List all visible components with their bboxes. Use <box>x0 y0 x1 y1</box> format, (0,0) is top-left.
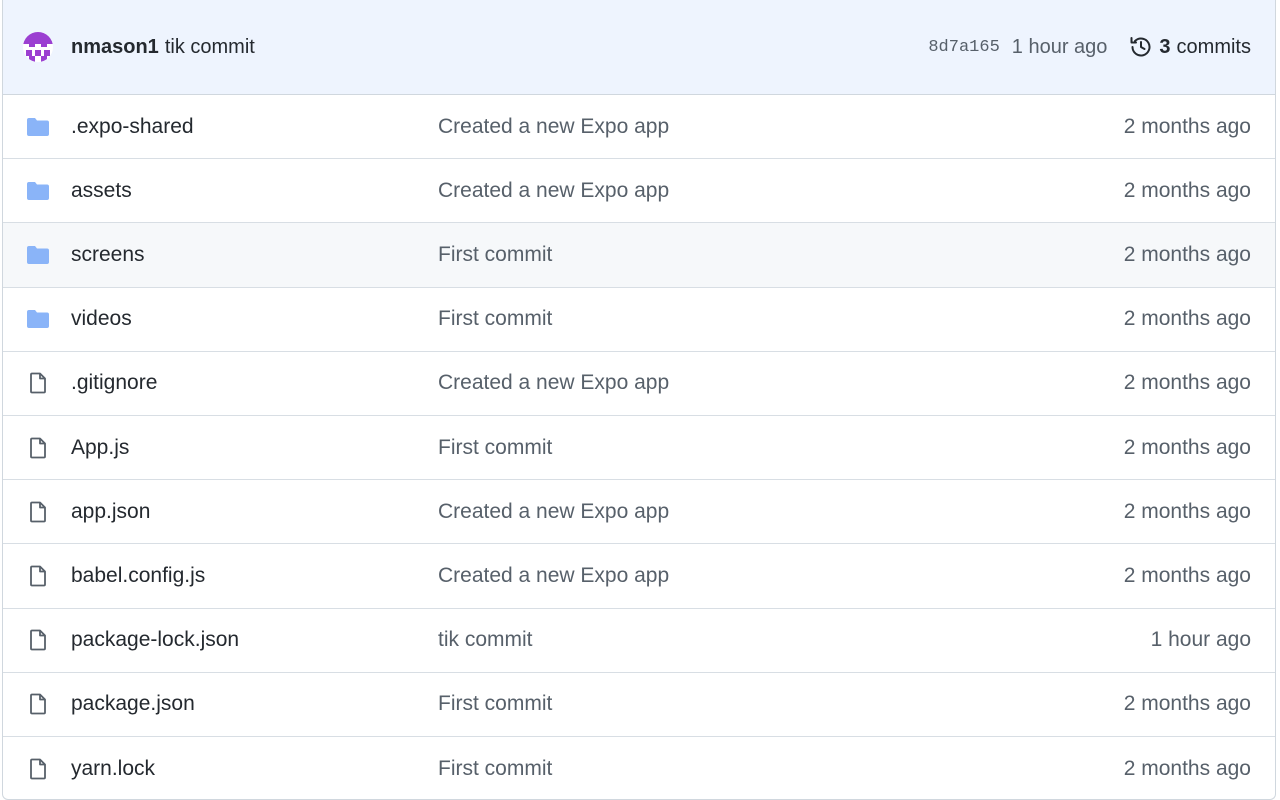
file-name-link[interactable]: babel.config.js <box>71 564 438 588</box>
file-commit-message-link[interactable]: Created a new Expo app <box>438 564 1124 588</box>
file-icon <box>25 437 51 459</box>
commit-message-link[interactable]: tik commit <box>165 36 255 59</box>
folder-icon <box>25 244 51 266</box>
file-icon <box>25 565 51 587</box>
file-commit-age: 1 hour ago <box>1150 628 1251 652</box>
folder-icon <box>25 116 51 138</box>
file-name-link[interactable]: app.json <box>71 500 438 524</box>
latest-commit-bar: nmason1 tik commit 8d7a165 1 hour ago 3 … <box>3 0 1275 95</box>
file-commit-message-link[interactable]: Created a new Expo app <box>438 115 1124 139</box>
file-row[interactable]: yarn.lock First commit 2 months ago <box>3 737 1275 799</box>
file-commit-message-link[interactable]: First commit <box>438 307 1124 331</box>
file-row[interactable]: package.json First commit 2 months ago <box>3 673 1275 737</box>
commit-time: 1 hour ago <box>1011 35 1108 58</box>
file-name-link[interactable]: yarn.lock <box>71 757 438 781</box>
file-commit-message-link[interactable]: First commit <box>438 436 1124 460</box>
file-commit-age: 2 months ago <box>1123 692 1251 716</box>
file-row[interactable]: .expo-shared Created a new Expo app 2 mont… <box>3 95 1275 160</box>
history-icon <box>1129 35 1153 59</box>
file-name-link[interactable]: assets <box>71 179 438 203</box>
file-commit-message-link[interactable]: First commit <box>438 243 1124 267</box>
file-commit-age: 2 months ago <box>1123 371 1251 395</box>
file-icon <box>25 693 51 715</box>
file-commit-age: 2 months ago <box>1123 114 1251 138</box>
file-name-link[interactable]: package-lock.json <box>71 628 438 652</box>
file-commit-message-link[interactable]: First commit <box>438 692 1124 716</box>
file-commit-message-link[interactable]: Created a new Expo app <box>438 371 1124 395</box>
file-row[interactable]: assets Created a new Expo app 2 months ago <box>3 159 1275 224</box>
file-commit-age: 2 months ago <box>1123 499 1251 523</box>
file-icon <box>25 501 51 523</box>
commit-author-link[interactable]: nmason1 <box>71 36 159 59</box>
file-name-link[interactable]: .expo-shared <box>71 115 438 139</box>
file-commit-age: 2 months ago <box>1123 307 1251 331</box>
file-name-link[interactable]: screens <box>71 243 438 267</box>
file-row[interactable]: screens First commit 2 months ago <box>3 223 1275 288</box>
file-row[interactable]: .gitignore Created a new Expo app 2 months… <box>3 352 1275 416</box>
file-name-link[interactable]: videos <box>71 307 438 331</box>
file-commit-message-link[interactable]: Created a new Expo app <box>438 179 1124 203</box>
file-name-link[interactable]: App.js <box>71 436 438 460</box>
file-name-link[interactable]: .gitignore <box>71 371 438 395</box>
avatar[interactable] <box>23 32 53 62</box>
file-icon <box>25 372 51 394</box>
folder-icon <box>25 308 51 330</box>
file-browser: nmason1 tik commit 8d7a165 1 hour ago 3 … <box>2 0 1276 800</box>
file-row[interactable]: babel.config.js Created a new Expo app 2 m… <box>3 544 1275 609</box>
file-row[interactable]: App.js First commit 2 months ago <box>3 416 1275 481</box>
file-commit-age: 2 months ago <box>1123 756 1251 780</box>
file-row[interactable]: videos First commit 2 months ago <box>3 288 1275 352</box>
file-row[interactable]: package-lock.json tik commit 1 hour ago <box>3 609 1275 673</box>
file-commit-message-link[interactable]: First commit <box>438 757 1124 781</box>
commit-sha-link[interactable]: 8d7a165 <box>928 38 999 57</box>
file-commit-age: 2 months ago <box>1123 435 1251 459</box>
file-row[interactable]: app.json Created a new Expo app 2 months a… <box>3 480 1275 545</box>
file-list: .expo-shared Created a new Expo app 2 mont… <box>3 95 1275 799</box>
commit-info: nmason1 tik commit <box>71 36 255 59</box>
commits-history-link[interactable]: 3 commits <box>1129 35 1251 59</box>
file-icon <box>25 629 51 651</box>
file-commit-age: 2 months ago <box>1123 563 1251 587</box>
file-icon <box>25 758 51 780</box>
commits-label: commits <box>1176 35 1251 58</box>
file-commit-age: 2 months ago <box>1123 242 1251 266</box>
folder-icon <box>25 180 51 202</box>
file-name-link[interactable]: package.json <box>71 692 438 716</box>
file-commit-message-link[interactable]: tik commit <box>438 628 1151 652</box>
file-commit-message-link[interactable]: Created a new Expo app <box>438 500 1124 524</box>
commits-count: 3 <box>1159 35 1171 58</box>
file-commit-age: 2 months ago <box>1123 178 1251 202</box>
